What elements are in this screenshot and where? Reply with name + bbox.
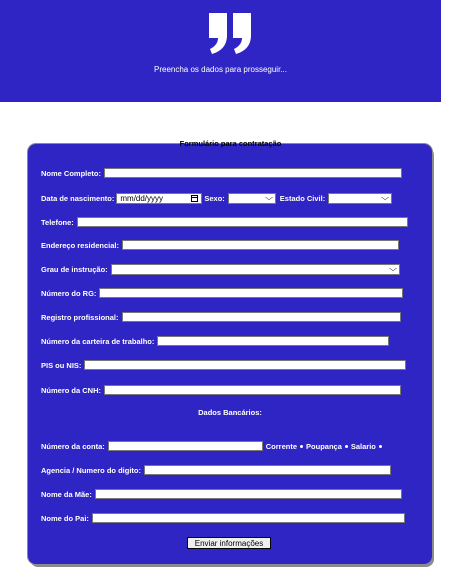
row-grau: Grau de instrução: ⌵ (41, 263, 400, 275)
radio-label-poupanca: Poupança (306, 441, 342, 451)
label-nome-completo: Nome Completo: (41, 168, 101, 178)
row-conta: Número da conta: Corrente Poupança Salar… (41, 440, 385, 452)
label-data-nascimento: Data de nascimento: (41, 193, 115, 203)
cnh-input[interactable] (104, 385, 402, 395)
radio-salario[interactable] (378, 444, 382, 448)
row-pai: Nome do Pai: (41, 512, 405, 524)
sexo-select[interactable]: ⌵ (227, 192, 276, 204)
chevron-down-icon: ⌵ (381, 193, 390, 202)
account-type-group: Corrente Poupança Salario (266, 442, 385, 451)
pis-input[interactable] (84, 360, 407, 370)
label-mae: Nome da Mãe: (41, 489, 92, 499)
label-cnh: Número da CNH: (41, 385, 102, 395)
header-banner: Preencha os dados para prosseguir... (0, 0, 441, 102)
carteira-input[interactable] (157, 336, 390, 346)
label-pai: Nome do Pai: (41, 513, 89, 523)
row-agencia: Agencia / Numero do digito: (41, 464, 392, 476)
row-telefone: Telefone: (41, 216, 408, 228)
form-title: Formulário para contratação (179, 139, 282, 148)
registro-input[interactable] (121, 312, 401, 322)
agencia-input[interactable] (144, 465, 392, 475)
label-rg: Número do RG: (41, 288, 97, 298)
row-registro: Registro profissional: (41, 311, 401, 323)
row-carteira: Número da carteira de trabalho: (41, 335, 390, 347)
birthdate-input[interactable]: mm/dd/yyyy (116, 192, 203, 204)
label-telefone: Telefone: (41, 217, 74, 227)
form-panel: Nome Completo: Data de nascimento: mm/dd… (28, 144, 432, 564)
label-conta: Número da conta: (41, 441, 105, 451)
row-cnh: Número da CNH: (41, 384, 402, 396)
label-endereco: Endereço residencial: (41, 240, 119, 250)
row-nome-completo: Nome Completo: (41, 167, 402, 179)
row-nascimento: Data de nascimento: mm/dd/yyyy Sexo: ⌵ E… (41, 192, 393, 204)
label-estado-civil: Estado Civil: (279, 193, 326, 203)
row-rg: Número do RG: (41, 287, 404, 299)
telefone-input[interactable] (76, 217, 408, 227)
rg-input[interactable] (99, 288, 404, 298)
endereco-input[interactable] (121, 240, 399, 250)
header-tagline: Preencha os dados para prosseguir... (154, 65, 287, 74)
row-endereco: Endereço residencial: (41, 239, 399, 251)
submit-button[interactable]: Enviar informações (187, 537, 271, 549)
grau-instrucao-select[interactable]: ⌵ (110, 263, 400, 275)
estado-civil-select[interactable]: ⌵ (328, 192, 393, 204)
section-title-dados-bancarios: Dados Bancários: (198, 408, 262, 417)
chevron-down-icon: ⌵ (388, 264, 397, 273)
radio-label-salario: Salario (350, 441, 376, 451)
conta-input[interactable] (107, 441, 263, 451)
label-carteira: Número da carteira de trabalho: (41, 336, 155, 346)
label-sexo: Sexo: (204, 193, 225, 203)
mae-input[interactable] (94, 489, 402, 499)
radio-label-corrente: Corrente (265, 441, 298, 451)
row-mae: Nome da Mãe: (41, 488, 402, 500)
row-pis: PIS ou NIS: (41, 359, 407, 371)
radio-corrente[interactable] (300, 444, 304, 448)
chevron-down-icon: ⌵ (264, 193, 273, 202)
radio-poupanca[interactable] (344, 444, 348, 448)
nome-completo-input[interactable] (104, 168, 402, 178)
calendar-icon[interactable] (191, 194, 199, 202)
quote-icon (209, 13, 251, 54)
label-registro: Registro profissional: (41, 312, 119, 322)
birthdate-placeholder: mm/dd/yyyy (120, 193, 164, 203)
label-pis: PIS ou NIS: (41, 360, 82, 370)
label-grau-instrucao: Grau de instrução: (41, 264, 108, 274)
label-agencia: Agencia / Numero do digito: (41, 465, 142, 475)
pai-input[interactable] (91, 513, 405, 523)
